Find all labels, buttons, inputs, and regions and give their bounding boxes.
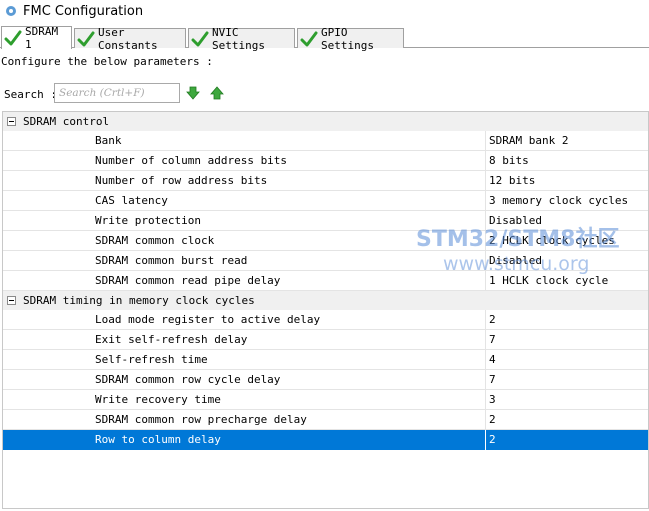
- param-row[interactable]: Number of column address bits 8 bits: [3, 151, 648, 171]
- check-icon: [77, 31, 95, 46]
- param-name: Row to column delay: [95, 433, 221, 446]
- param-value[interactable]: 7: [489, 373, 496, 386]
- param-value[interactable]: 2 HCLK clock cycles: [489, 234, 615, 247]
- tab-nvic-settings[interactable]: NVIC Settings: [188, 26, 295, 52]
- param-row[interactable]: SDRAM common row cycle delay 7: [3, 370, 648, 390]
- arrow-down-icon[interactable]: [186, 86, 200, 100]
- tab-label: GPIO Settings: [321, 25, 374, 52]
- group-label: SDRAM timing in memory clock cycles: [23, 294, 255, 307]
- param-name: SDRAM common burst read: [95, 254, 248, 267]
- param-name: SDRAM common row cycle delay: [95, 373, 281, 386]
- tab-label: SDRAM 1: [25, 25, 59, 51]
- param-name: Write protection: [95, 214, 201, 227]
- param-value[interactable]: 3 memory clock cycles: [489, 194, 628, 207]
- param-name: SDRAM common read pipe delay: [95, 274, 281, 287]
- param-row[interactable]: Load mode register to active delay 2: [3, 310, 648, 330]
- tab-user-constants[interactable]: User Constants: [74, 26, 186, 52]
- param-row[interactable]: SDRAM common clock 2 HCLK clock cycles: [3, 231, 648, 251]
- param-name: CAS latency: [95, 194, 168, 207]
- param-row[interactable]: Number of row address bits 12 bits: [3, 171, 648, 191]
- tab-bar: SDRAM 1 User Constants NVIC Settings GPI…: [0, 25, 649, 52]
- arrow-up-icon[interactable]: [210, 86, 224, 100]
- param-value[interactable]: Disabled: [489, 254, 542, 267]
- param-name: Write recovery time: [95, 393, 221, 406]
- check-icon: [4, 30, 22, 46]
- param-value[interactable]: 2: [489, 313, 496, 326]
- tab-sdram-1[interactable]: SDRAM 1: [1, 25, 72, 51]
- param-row[interactable]: SDRAM common read pipe delay 1 HCLK cloc…: [3, 271, 648, 291]
- param-value[interactable]: SDRAM bank 2: [489, 134, 568, 147]
- tab-label: NVIC Settings: [212, 25, 265, 52]
- group-label: SDRAM control: [23, 115, 110, 128]
- search-input[interactable]: [54, 83, 180, 103]
- param-value[interactable]: 8 bits: [489, 154, 529, 167]
- instructions-text: Configure the below parameters :: [1, 55, 213, 68]
- param-value[interactable]: 1 HCLK clock cycle: [489, 274, 608, 287]
- param-value[interactable]: 2: [489, 433, 496, 446]
- title-bar: FMC Configuration: [0, 0, 649, 22]
- param-row[interactable]: Write protection Disabled: [3, 211, 648, 231]
- param-name: SDRAM common clock: [95, 234, 215, 247]
- param-name: SDRAM common row precharge delay: [95, 413, 307, 426]
- param-name: Number of column address bits: [95, 154, 288, 167]
- param-value[interactable]: 2: [489, 413, 496, 426]
- param-value[interactable]: 4: [489, 353, 496, 366]
- group-sdram-timing[interactable]: SDRAM timing in memory clock cycles: [3, 291, 648, 310]
- collapse-icon[interactable]: [7, 296, 16, 305]
- param-row[interactable]: SDRAM common burst read Disabled: [3, 251, 648, 271]
- param-name: Number of row address bits: [95, 174, 268, 187]
- search-label: Search :: [4, 88, 57, 101]
- param-row[interactable]: Write recovery time 3: [3, 390, 648, 410]
- param-value[interactable]: 3: [489, 393, 496, 406]
- tab-label: User Constants: [98, 25, 158, 52]
- check-icon: [300, 31, 318, 46]
- param-value[interactable]: 7: [489, 333, 496, 346]
- param-row[interactable]: Bank SDRAM bank 2: [3, 131, 648, 151]
- param-value[interactable]: Disabled: [489, 214, 542, 227]
- group-sdram-control[interactable]: SDRAM control: [3, 112, 648, 131]
- tab-gpio-settings[interactable]: GPIO Settings: [297, 26, 404, 52]
- param-row[interactable]: CAS latency 3 memory clock cycles: [3, 191, 648, 211]
- param-name: Load mode register to active delay: [95, 313, 321, 326]
- gear-icon: [6, 6, 16, 16]
- param-row[interactable]: Exit self-refresh delay 7: [3, 330, 648, 350]
- param-name: Self-refresh time: [95, 353, 208, 366]
- collapse-icon[interactable]: [7, 117, 16, 126]
- param-name: Exit self-refresh delay: [95, 333, 248, 346]
- parameter-tree: SDRAM control Bank SDRAM bank 2 Number o…: [2, 111, 649, 509]
- window-title: FMC Configuration: [23, 3, 144, 19]
- param-name: Bank: [95, 134, 122, 147]
- param-value[interactable]: 12 bits: [489, 174, 535, 187]
- check-icon: [191, 31, 209, 46]
- param-row-selected[interactable]: Row to column delay 2: [3, 430, 648, 450]
- param-row[interactable]: Self-refresh time 4: [3, 350, 648, 370]
- param-row[interactable]: SDRAM common row precharge delay 2: [3, 410, 648, 430]
